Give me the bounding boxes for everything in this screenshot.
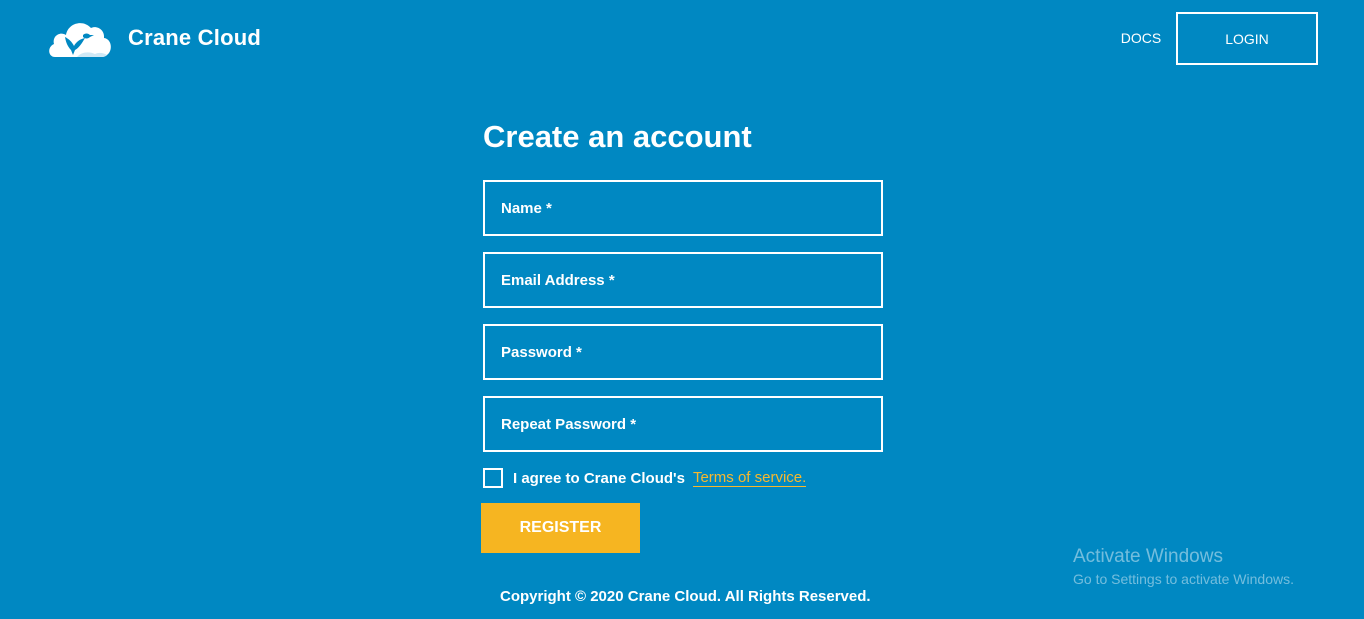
email-field-label: Email Address * xyxy=(501,271,615,289)
docs-link[interactable]: DOCS xyxy=(1110,30,1172,46)
register-button[interactable]: REGISTER xyxy=(481,503,640,553)
terms-row: I agree to Crane Cloud's Terms of servic… xyxy=(483,467,807,489)
terms-checkbox[interactable] xyxy=(483,468,503,488)
login-button[interactable]: LOGIN xyxy=(1176,12,1318,65)
email-field[interactable]: Email Address * xyxy=(483,252,883,308)
repeat-password-field-label: Repeat Password * xyxy=(501,415,637,433)
brand[interactable]: Crane Cloud xyxy=(47,17,261,59)
terms-text: I agree to Crane Cloud's xyxy=(513,469,685,487)
watermark-subtitle: Go to Settings to activate Windows. xyxy=(1073,571,1294,587)
terms-of-service-link[interactable]: Terms of service. xyxy=(692,469,807,487)
page-title: Create an account xyxy=(483,119,752,154)
register-page: Crane Cloud DOCS LOGIN Create an account… xyxy=(0,0,1364,619)
login-button-label: LOGIN xyxy=(1225,30,1269,47)
watermark-title: Activate Windows xyxy=(1073,546,1223,567)
name-field-label: Name * xyxy=(501,199,552,217)
repeat-password-field[interactable]: Repeat Password * xyxy=(483,396,883,452)
cloud-bird-icon xyxy=(49,23,111,57)
password-field-label: Password * xyxy=(501,343,582,361)
windows-activation-watermark: Activate Windows Go to Settings to activ… xyxy=(1073,546,1294,588)
register-button-label: REGISTER xyxy=(519,519,602,536)
name-field[interactable]: Name * xyxy=(483,180,883,236)
brand-name: Crane Cloud xyxy=(128,25,261,50)
password-field[interactable]: Password * xyxy=(483,324,883,380)
copyright-text: Copyright © 2020 Crane Cloud. All Rights… xyxy=(500,588,871,605)
